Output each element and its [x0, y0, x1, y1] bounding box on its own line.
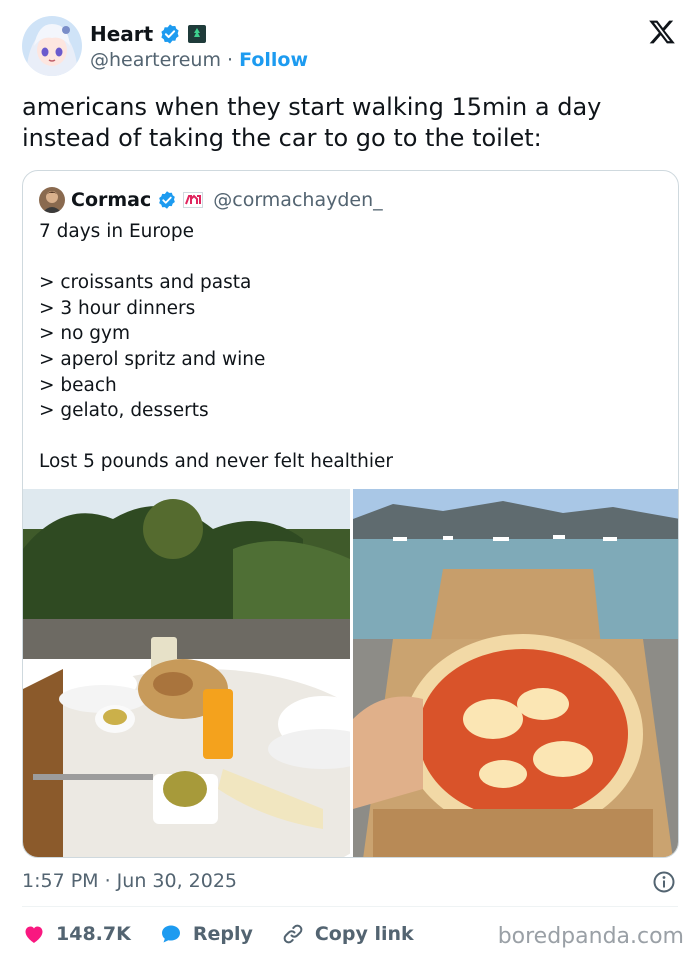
photo-pizza-beach[interactable] [353, 489, 678, 857]
verified-badge-icon [159, 191, 176, 209]
heart-icon [25, 926, 43, 943]
quoted-tweet[interactable]: Cormac @cormachayden_ 7 days in Europe >… [22, 170, 679, 858]
affiliate-badge-icon [183, 192, 204, 208]
author-handle[interactable]: @heartereum [90, 49, 221, 71]
quoted-display-name: Cormac [71, 189, 152, 211]
action-bar: 148.7K Reply Copy link [22, 918, 442, 950]
reply-label: Reply [192, 923, 253, 945]
follow-button[interactable]: Follow [239, 49, 308, 71]
author-handle-row: @heartereum · Follow [90, 49, 308, 71]
tweet-text: americans when they start walking 15min … [22, 93, 602, 152]
quoted-text: 7 days in Europe > croissants and pasta … [39, 221, 393, 473]
x-logo-icon[interactable] [648, 18, 676, 46]
copy-link-label: Copy link [314, 923, 414, 945]
quoted-media [23, 489, 678, 857]
copy-link-button[interactable]: Copy link [281, 922, 414, 946]
watermark: boredpanda.com [497, 924, 684, 949]
quoted-handle: @cormachayden_ [213, 189, 383, 211]
photo-breakfast-table[interactable] [23, 489, 350, 857]
tweet-header: Heart @heartereum · Follow [22, 16, 682, 80]
divider [22, 906, 678, 907]
author-name-row: Heart [90, 22, 207, 46]
quoted-header: Cormac @cormachayden_ [39, 187, 383, 213]
separator-dot: · [227, 49, 234, 71]
author-avatar[interactable] [22, 16, 82, 76]
tweet-timestamp[interactable]: 1:57 PM · Jun 30, 2025 [22, 870, 237, 892]
author-display-name[interactable]: Heart [90, 22, 153, 46]
like-count: 148.7K [56, 923, 131, 945]
speech-bubble-icon [161, 925, 180, 943]
quoted-author-avatar [39, 187, 65, 213]
affiliate-badge-icon [188, 25, 207, 43]
link-icon [283, 924, 303, 944]
info-icon[interactable] [652, 870, 676, 894]
reply-button[interactable]: Reply [159, 922, 253, 946]
verified-badge-icon [161, 24, 179, 44]
like-button[interactable]: 148.7K [22, 922, 131, 946]
